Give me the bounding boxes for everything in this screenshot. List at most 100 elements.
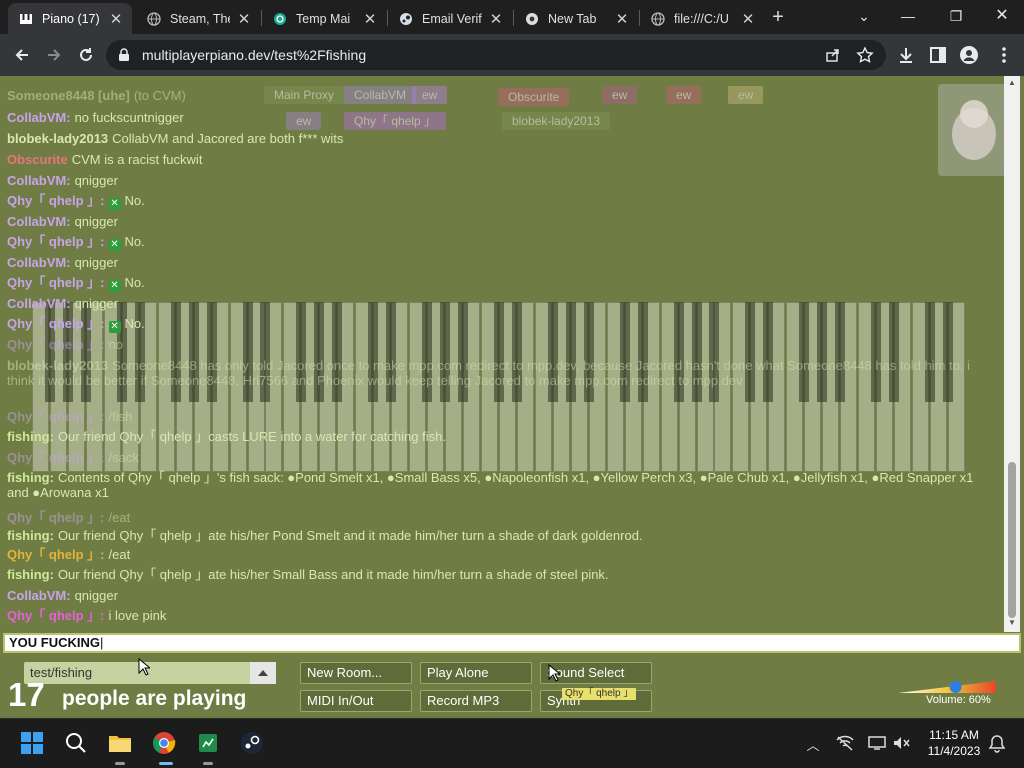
- tab-steam[interactable]: Steam, The ✕: [136, 3, 260, 34]
- temp-mail-icon: [272, 11, 288, 27]
- globe-icon: [146, 11, 162, 27]
- close-icon[interactable]: ✕: [362, 10, 378, 28]
- close-icon[interactable]: ✕: [488, 10, 504, 28]
- tab-piano[interactable]: Piano (17) ✕: [8, 3, 132, 34]
- chat-message: fishing: Our friend Qhy「 qhelp 」ate his/h…: [7, 528, 643, 543]
- maximize-button[interactable]: ❐: [934, 4, 978, 28]
- chrome-icon[interactable]: [150, 729, 178, 757]
- download-icon[interactable]: [896, 45, 916, 65]
- notification-bell-icon[interactable]: [988, 735, 1006, 753]
- close-icon[interactable]: ✕: [108, 10, 124, 28]
- network-icon[interactable]: [836, 735, 854, 753]
- tab-temp-mail[interactable]: Temp Mai ✕: [262, 3, 386, 34]
- chat-author[interactable]: Qhy「 qhelp 」:: [7, 547, 105, 562]
- share-icon[interactable]: [824, 46, 842, 64]
- chat-message: CollabVM: no fuckscuntnigger: [7, 110, 184, 125]
- close-icon[interactable]: ✕: [614, 10, 630, 28]
- chat-author[interactable]: CollabVM:: [7, 173, 71, 188]
- new-tab-button[interactable]: +: [766, 6, 790, 30]
- chat-author[interactable]: fishing:: [7, 567, 54, 582]
- close-window-button[interactable]: ✕: [980, 4, 1024, 28]
- tab-email-verif[interactable]: Email Verif ✕: [388, 3, 512, 34]
- chat-author[interactable]: blobek-lady2013: [7, 358, 108, 373]
- chevron-up-icon[interactable]: [250, 662, 276, 684]
- windows-start-icon[interactable]: [18, 729, 46, 757]
- scrollbar-thumb[interactable]: [1008, 462, 1016, 618]
- back-button[interactable]: [10, 43, 34, 67]
- chat-author[interactable]: Qhy「 qhelp 」:: [7, 275, 105, 290]
- close-icon[interactable]: ✕: [740, 10, 756, 28]
- new-room-button[interactable]: New Room...: [300, 662, 412, 684]
- chat-author[interactable]: Qhy「 qhelp 」:: [7, 316, 105, 331]
- chat-author[interactable]: Qhy「 qhelp 」:: [7, 510, 105, 525]
- chat-author[interactable]: CollabVM:: [7, 255, 71, 270]
- steam-icon[interactable]: [238, 729, 266, 757]
- chat-author[interactable]: fishing:: [7, 429, 54, 444]
- chat-author[interactable]: fishing:: [7, 528, 54, 543]
- speaker-muted-icon[interactable]: [892, 735, 910, 753]
- room-select[interactable]: test/fishing: [24, 662, 276, 684]
- play-alone-button[interactable]: Play Alone: [420, 662, 532, 684]
- chat-text: Someone8448 has only told Jacored once t…: [7, 358, 971, 388]
- chat-text: i love pink: [108, 608, 167, 623]
- display-icon[interactable]: [868, 735, 886, 753]
- chat-author[interactable]: Someone8448 [uhe]: [7, 88, 130, 103]
- chat-message: CollabVM: qnigger: [7, 173, 118, 188]
- chat-author[interactable]: CollabVM:: [7, 110, 71, 125]
- chat-message: CollabVM: qnigger: [7, 588, 118, 603]
- address-bar[interactable]: multiplayerpiano.dev/test%2Ffishing: [106, 40, 886, 70]
- chat-author[interactable]: CollabVM:: [7, 588, 71, 603]
- tab-label: file:///C:/U: [674, 11, 729, 26]
- record-mp3-button[interactable]: Record MP3: [420, 690, 532, 712]
- chat-scrollbar[interactable]: ▲ ▼: [1004, 76, 1020, 632]
- profile-avatar-icon[interactable]: [959, 45, 979, 65]
- reload-icon: [80, 48, 92, 61]
- chat-message: blobek-lady2013 Someone8448 has only told…: [7, 358, 997, 388]
- system-clock[interactable]: 11:15 AM 11/4/2023: [920, 727, 988, 759]
- chat-text: /eat: [108, 510, 131, 525]
- chat-author[interactable]: Qhy「 qhelp 」:: [7, 409, 105, 424]
- taskbar-indicator: [115, 762, 125, 765]
- tab-new-tab[interactable]: New Tab ✕: [514, 3, 638, 34]
- chat-input[interactable]: YOU FUCKING|: [3, 633, 1021, 653]
- bookmark-star-icon[interactable]: [856, 46, 874, 64]
- lock-icon[interactable]: [118, 48, 130, 67]
- forward-button[interactable]: [42, 43, 66, 67]
- scroll-down-arrow-icon[interactable]: ▼: [1007, 618, 1017, 628]
- chat-author[interactable]: fishing:: [7, 470, 54, 485]
- taskbar-active-indicator: [159, 762, 173, 765]
- scroll-up-arrow-icon[interactable]: ▲: [1007, 78, 1017, 88]
- minimize-button[interactable]: —: [886, 4, 930, 28]
- chat-author[interactable]: blobek-lady2013: [7, 131, 108, 146]
- file-explorer-icon[interactable]: [106, 729, 134, 757]
- chat-author[interactable]: CollabVM:: [7, 214, 71, 229]
- chat-text: No.: [124, 234, 145, 249]
- chat-text: CVM is a racist fuckwit: [71, 152, 203, 167]
- chat-text: qnigger: [74, 173, 118, 188]
- chat-author[interactable]: Qhy「 qhelp 」:: [7, 337, 105, 352]
- search-icon[interactable]: [62, 729, 90, 757]
- chat-author[interactable]: CollabVM:: [7, 296, 71, 311]
- chevron-up-icon[interactable]: ︿: [804, 735, 822, 753]
- mouse-cursor-icon: [548, 664, 560, 682]
- tab-file[interactable]: file:///C:/U ✕: [640, 3, 764, 34]
- chat-author[interactable]: Qhy「 qhelp 」:: [7, 234, 105, 249]
- chat-message: Someone8448 [uhe] (to CVM): [7, 88, 186, 103]
- chat-author[interactable]: Qhy「 qhelp 」:: [7, 608, 105, 623]
- close-icon[interactable]: ✕: [236, 10, 252, 28]
- menu-kebab-icon[interactable]: [994, 45, 1014, 65]
- volume-slider[interactable]: [898, 680, 996, 694]
- reload-button[interactable]: [74, 43, 98, 67]
- chat-author[interactable]: Qhy「 qhelp 」:: [7, 450, 105, 465]
- chat-author[interactable]: Qhy「 qhelp 」:: [7, 193, 105, 208]
- side-panel-icon[interactable]: [928, 45, 948, 65]
- steam-icon: [398, 11, 414, 27]
- user-cursor-label: Qhy「 qhelp 」: [562, 688, 637, 700]
- tab-label: Piano (17): [42, 11, 100, 26]
- mouse-cursor-icon: [138, 658, 150, 676]
- chat-author[interactable]: Obscurite: [7, 152, 68, 167]
- forward-arrow-icon: [48, 49, 61, 61]
- midi-button[interactable]: MIDI In/Out: [300, 690, 412, 712]
- spreadsheet-app-icon[interactable]: [194, 729, 222, 757]
- tab-search-button[interactable]: ⌄: [842, 4, 886, 28]
